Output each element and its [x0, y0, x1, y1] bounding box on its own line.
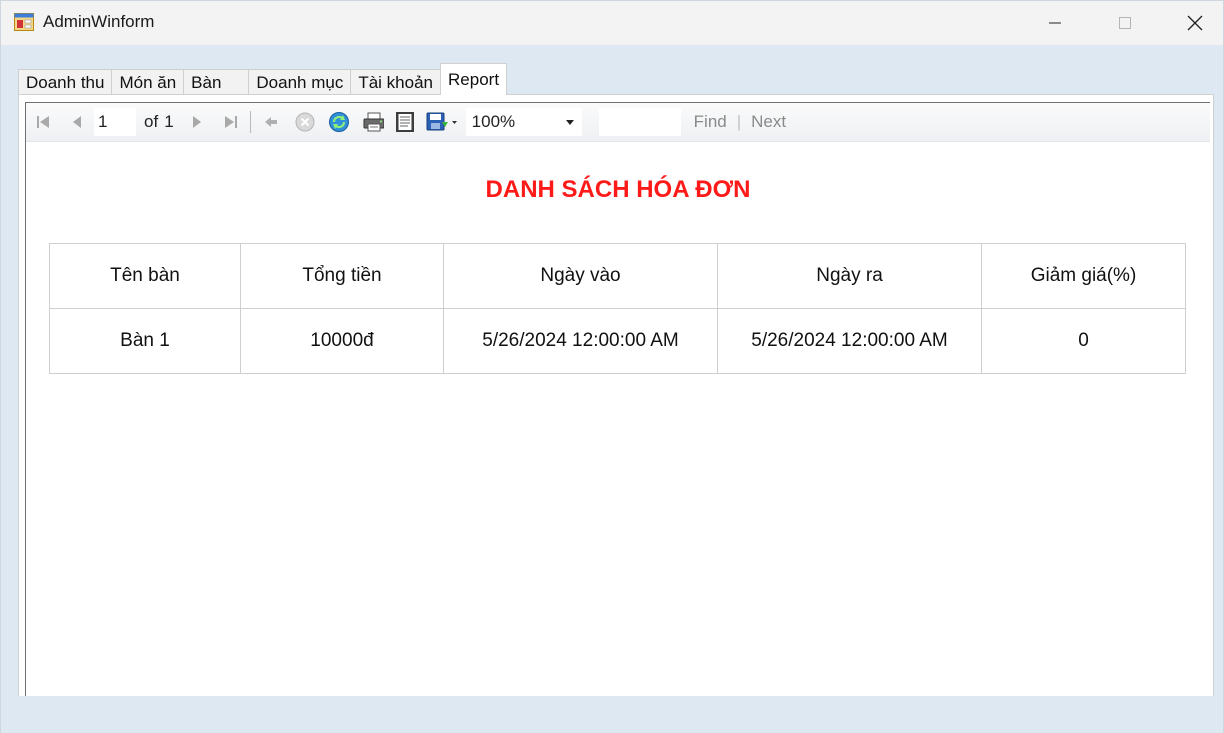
refresh-icon[interactable] — [328, 111, 350, 133]
chevron-down-icon — [565, 120, 574, 125]
tab-mon-an[interactable]: Món ăn — [111, 69, 185, 95]
form-icon — [14, 13, 34, 31]
zoom-dropdown[interactable]: 100% — [465, 108, 582, 136]
back-icon[interactable] — [260, 111, 282, 133]
toolbar-separator — [249, 111, 251, 133]
print-icon[interactable] — [362, 111, 384, 133]
minimize-icon — [1049, 22, 1061, 24]
column-header: Ngày vào — [443, 243, 718, 309]
zoom-value: 100% — [471, 112, 516, 131]
report-title: DANH SÁCH HÓA ĐƠN — [485, 176, 751, 203]
table-cell: 0 — [981, 308, 1186, 374]
current-page-value: 1 — [98, 112, 108, 131]
table-cell: 10000đ — [240, 308, 444, 374]
find-link[interactable]: Find — [694, 112, 727, 132]
stop-icon[interactable] — [294, 111, 316, 133]
report-table: Tên bàn Tổng tiền Ngày vào Ngày ra Giảm … — [49, 243, 1186, 374]
tab-doanh-thu[interactable]: Doanh thu — [18, 69, 113, 95]
total-pages: 1 — [164, 112, 174, 131]
tab-label: Doanh mục — [256, 72, 344, 92]
tab-strip: Doanh thu Món ăn Bàn Doanh mục Tài khoản… — [18, 63, 508, 95]
tab-label: Món ăn — [119, 72, 177, 92]
page-layout-icon[interactable] — [394, 111, 416, 133]
column-header: Giảm giá(%) — [981, 243, 1186, 309]
window-title: AdminWinform — [43, 12, 155, 31]
report-toolbar: 1 of 1 100% Find | Next — [26, 103, 1210, 142]
export-icon[interactable] — [426, 111, 458, 133]
app-window: AdminWinform Doanh thu Món ăn Bàn Doanh … — [0, 0, 1224, 733]
table-cell: 5/26/2024 12:00:00 AM — [717, 308, 982, 374]
tab-label: Tài khoản — [358, 72, 434, 92]
last-page-icon[interactable] — [220, 111, 242, 133]
tab-report[interactable]: Report — [440, 63, 508, 95]
next-page-icon[interactable] — [186, 111, 208, 133]
table-cell: Bàn 1 — [49, 308, 241, 374]
column-header: Tổng tiền — [240, 243, 444, 309]
tab-ban[interactable]: Bàn — [183, 69, 250, 95]
next-link[interactable]: Next — [751, 112, 786, 132]
current-page-input[interactable]: 1 — [94, 108, 136, 136]
find-separator: | — [736, 112, 742, 131]
title-bar: AdminWinform — [1, 1, 1223, 45]
report-tab-page: 1 of 1 100% Find | Next DANH SÁCH HÓA ĐƠ… — [18, 94, 1214, 722]
client-area: Doanh thu Món ăn Bàn Doanh mục Tài khoản… — [1, 45, 1223, 733]
tab-tai-khoan[interactable]: Tài khoản — [350, 69, 442, 95]
tab-doanh-muc[interactable]: Doanh mục — [248, 69, 352, 95]
table-cell: 5/26/2024 12:00:00 AM — [443, 308, 718, 374]
of-label: of — [144, 112, 159, 131]
status-bar — [1, 696, 1223, 732]
maximize-icon — [1119, 17, 1131, 29]
table-row: Bàn 1 10000đ 5/26/2024 12:00:00 AM 5/26/… — [49, 308, 1186, 374]
close-button[interactable] — [1160, 1, 1224, 45]
column-header: Tên bàn — [49, 243, 241, 309]
tab-label: Bàn — [191, 72, 222, 92]
maximize-button[interactable] — [1090, 1, 1160, 45]
table-header-row: Tên bàn Tổng tiền Ngày vào Ngày ra Giảm … — [49, 243, 1186, 309]
tab-label: Report — [448, 69, 500, 89]
report-viewer: 1 of 1 100% Find | Next DANH SÁCH HÓA ĐƠ… — [25, 102, 1210, 698]
column-header: Ngày ra — [717, 243, 982, 309]
close-icon — [1187, 15, 1203, 31]
previous-page-icon[interactable] — [66, 111, 88, 133]
find-text-input[interactable] — [598, 108, 681, 136]
first-page-icon[interactable] — [32, 111, 54, 133]
tab-label: Doanh thu — [26, 72, 105, 92]
minimize-button[interactable] — [1020, 1, 1090, 45]
